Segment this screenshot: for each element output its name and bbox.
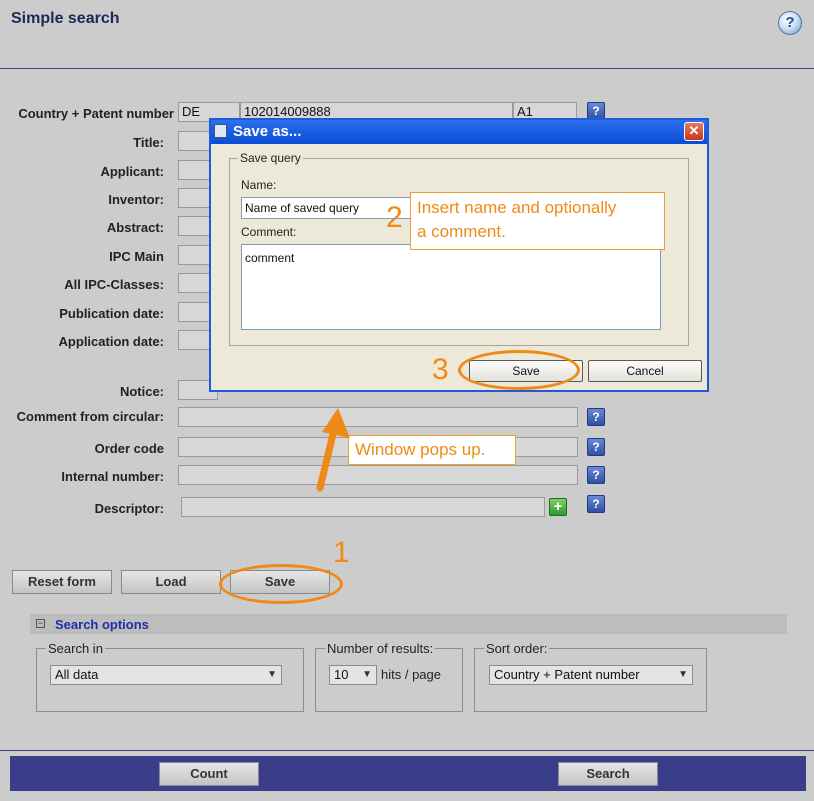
title-label: Title: [133, 135, 164, 150]
page-title: Simple search [11, 10, 120, 27]
highlight-ring [458, 350, 580, 390]
search-options-title: Search options [55, 617, 149, 632]
results-value: 10 [334, 667, 349, 682]
comment-circular-label: Comment from circular: [16, 409, 164, 424]
application-date-label: Application date: [58, 334, 164, 349]
collapse-icon[interactable]: − [36, 619, 45, 628]
count-button[interactable]: Count [159, 762, 259, 786]
bottom-toolbar [10, 756, 806, 791]
search-in-value: All data [55, 667, 99, 682]
search-options-header[interactable]: − Search options [30, 614, 787, 634]
help-icon[interactable]: ? [587, 408, 605, 426]
chevron-down-icon: ▼ [362, 669, 372, 680]
dialog-titlebar[interactable]: Save as... ✕ [211, 120, 707, 144]
annotation-text: Insert name and optionally [417, 198, 617, 217]
search-in-select[interactable]: All data ▼ [50, 665, 282, 685]
help-icon[interactable]: ? [587, 466, 605, 484]
ipc-main-label: IPC Main [109, 249, 164, 264]
annotation-callout-popup: Window pops up. [348, 435, 516, 465]
save-as-dialog: Save as... ✕ Save query Name: Name of sa… [209, 118, 709, 392]
annotation-text: a comment. [417, 222, 506, 241]
results-select[interactable]: 10 ▼ [329, 665, 377, 685]
publication-date-label: Publication date: [59, 306, 164, 321]
results-suffix: hits / page [381, 667, 441, 682]
abstract-label: Abstract: [106, 220, 164, 235]
sort-select[interactable]: Country + Patent number ▼ [489, 665, 693, 685]
internal-number-field[interactable] [178, 465, 578, 485]
annotation-step-number: 3 [432, 353, 449, 386]
dialog-title: Save as... [233, 123, 302, 140]
floppy-disk-icon [214, 124, 227, 138]
save-query-legend: Save query [238, 151, 303, 165]
annotation-step-number: 1 [333, 536, 350, 569]
search-in-legend: Search in [46, 641, 105, 656]
comment-textarea[interactable]: comment [241, 244, 661, 330]
name-label: Name: [241, 178, 277, 192]
help-icon[interactable]: ? [587, 495, 605, 513]
chevron-down-icon: ▼ [267, 669, 277, 680]
comment-circular-field[interactable] [178, 407, 578, 427]
notice-label: Notice: [119, 384, 164, 399]
help-icon[interactable]: ? [778, 11, 802, 35]
internal-number-label: Internal number: [61, 469, 164, 484]
close-icon[interactable]: ✕ [684, 122, 704, 141]
sort-legend: Sort order: [484, 641, 550, 656]
descriptor-label: Descriptor: [94, 501, 164, 516]
sort-value: Country + Patent number [494, 667, 640, 682]
help-icon[interactable]: ? [587, 438, 605, 456]
footer-divider [0, 750, 814, 751]
results-legend: Number of results: [325, 641, 436, 656]
add-descriptor-icon[interactable]: + [549, 498, 567, 516]
inventor-label: Inventor: [108, 192, 164, 207]
search-button[interactable]: Search [558, 762, 658, 786]
highlight-ring [219, 564, 343, 604]
applicant-label: Applicant: [100, 164, 164, 179]
annotation-step-number: 2 [386, 201, 403, 234]
reset-form-button[interactable]: Reset form [12, 570, 112, 594]
header-divider [0, 68, 814, 69]
annotation-callout-name: Insert name and optionally a comment. [410, 192, 665, 250]
chevron-down-icon: ▼ [678, 669, 688, 680]
annotation-arrow-icon [316, 408, 350, 492]
dialog-cancel-button[interactable]: Cancel [588, 360, 702, 382]
load-button[interactable]: Load [121, 570, 221, 594]
country-patent-label: Country + Patent number [18, 106, 174, 121]
all-ipc-label: All IPC-Classes: [64, 277, 164, 292]
descriptor-field[interactable] [181, 497, 545, 517]
comment-label: Comment: [241, 225, 297, 239]
order-code-label: Order code [94, 441, 164, 456]
